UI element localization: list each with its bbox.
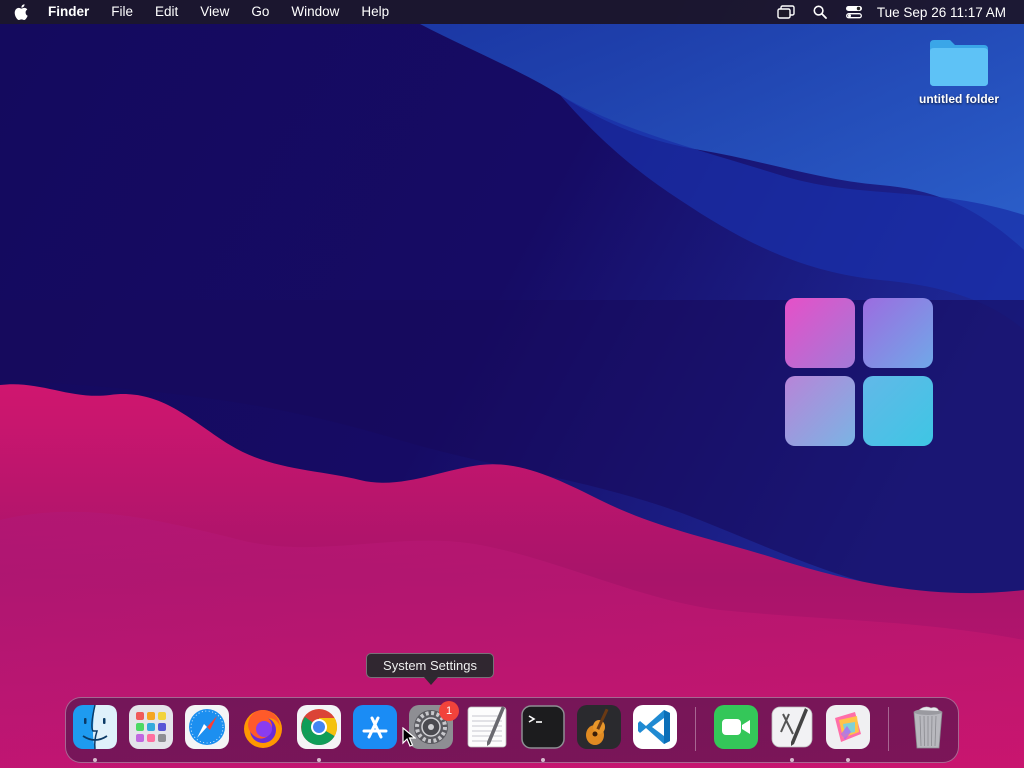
running-indicator-script-editor (790, 758, 794, 762)
running-indicator-pixelmator (846, 758, 850, 762)
menu-bar: Finder File Edit View Go Window Help Tue… (0, 0, 1024, 24)
spotlight-search-icon[interactable] (803, 0, 837, 24)
dock-safari[interactable] (184, 704, 230, 750)
control-center-icon[interactable] (837, 0, 871, 24)
garageband-icon (577, 705, 621, 749)
script-editor-icon (771, 706, 813, 748)
finder-icon (73, 704, 117, 750)
launchpad-icon (129, 705, 173, 749)
pixelmator-icon (826, 705, 870, 749)
dock-separator (695, 707, 696, 751)
dock-facetime[interactable] (713, 704, 759, 750)
menu-app-finder[interactable]: Finder (42, 0, 100, 24)
desktop-folder[interactable]: untitled folder (905, 36, 1013, 106)
running-indicator-terminal (541, 758, 545, 762)
firefox-icon (244, 710, 282, 748)
facetime-icon (714, 705, 758, 749)
dock-chrome[interactable] (296, 704, 342, 750)
menu-window[interactable]: Window (280, 0, 350, 24)
menu-edit[interactable]: Edit (144, 0, 189, 24)
dock-tooltip: System Settings (366, 653, 494, 678)
desktop-folder-label: untitled folder (919, 92, 999, 106)
running-indicator-finder (93, 758, 97, 762)
safari-icon (185, 705, 229, 749)
system-settings-badge: 1 (439, 701, 459, 721)
dock-trash[interactable] (905, 704, 951, 750)
dock-tooltip-arrow (424, 677, 438, 685)
menu-file[interactable]: File (100, 0, 144, 24)
dock-firefox[interactable] (240, 704, 286, 750)
dock-terminal[interactable] (520, 704, 566, 750)
vscode-icon (633, 705, 677, 749)
chrome-icon (297, 705, 341, 749)
textedit-icon (467, 706, 507, 748)
trash-icon (913, 706, 943, 749)
app-store-icon (353, 705, 397, 749)
windows-logo-graphic (785, 298, 933, 446)
dock-pixelmator[interactable] (825, 704, 871, 750)
dock-separator-trash (888, 707, 889, 751)
dock-finder[interactable] (72, 704, 118, 750)
folder-icon (930, 40, 988, 86)
menu-bar-clock[interactable]: Tue Sep 26 11:17 AM (871, 5, 1006, 20)
dock-app-store[interactable] (352, 704, 398, 750)
dock-vscode[interactable] (632, 704, 678, 750)
dock-launchpad[interactable] (128, 704, 174, 750)
running-indicator-chrome (317, 758, 321, 762)
dock-script-editor[interactable] (769, 704, 815, 750)
menu-help[interactable]: Help (350, 0, 400, 24)
menu-go[interactable]: Go (240, 0, 280, 24)
apple-menu-icon[interactable] (0, 0, 42, 24)
dock-textedit[interactable] (464, 704, 510, 750)
terminal-icon (521, 705, 565, 749)
menu-view[interactable]: View (189, 0, 240, 24)
screen-mirroring-icon[interactable] (769, 0, 803, 24)
mouse-cursor-icon (402, 727, 416, 747)
dock-garageband[interactable] (576, 704, 622, 750)
